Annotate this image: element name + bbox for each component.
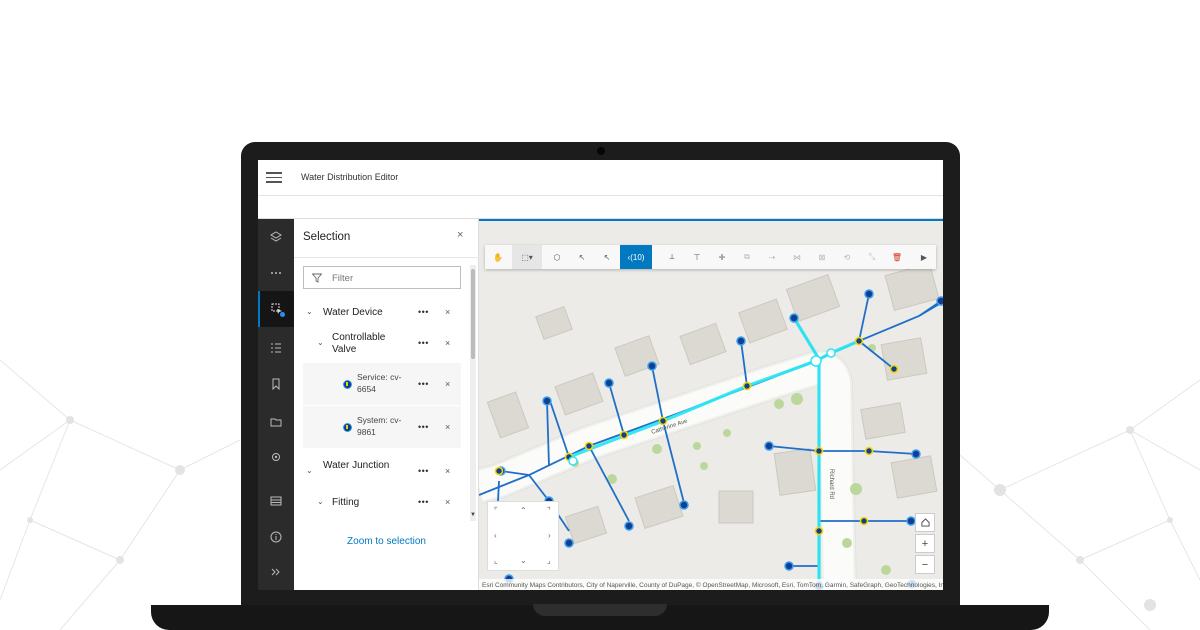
settings-icon[interactable]: [258, 439, 294, 475]
zoom-in-button[interactable]: +: [915, 534, 935, 553]
pan-icon[interactable]: ✋: [485, 245, 511, 269]
app-title: Water Distribution Editor: [301, 172, 399, 182]
rotate-icon[interactable]: ⟲: [835, 245, 859, 269]
app-screen: Water Distribution Editor Selection × Fi…: [258, 160, 943, 590]
filter-input[interactable]: [332, 270, 452, 286]
feature-label: System: cv-9861: [357, 415, 402, 437]
valve-symbol-icon: [343, 380, 352, 389]
selection-tree: ⌄ Water Device ••• × ⌄ Controllable Valv…: [303, 301, 461, 521]
valve-symbol-icon: [343, 423, 352, 432]
navigation-widget: ⌜ ⌃ ⌝ ‹ › ⌞ ⌄ ⌟: [487, 501, 559, 571]
more-actions-icon[interactable]: •••: [418, 422, 429, 432]
folder-icon[interactable]: [258, 404, 294, 440]
remove-icon[interactable]: ×: [445, 497, 450, 507]
more-actions-icon[interactable]: •••: [418, 379, 429, 389]
remove-icon[interactable]: ×: [445, 338, 450, 348]
laptop-notch: [533, 604, 667, 616]
move-icon[interactable]: ⇢: [760, 245, 784, 269]
feature-label: Service: cv-6654: [357, 372, 402, 394]
corner-sw-icon[interactable]: ⌞: [494, 556, 498, 565]
feature-item-system[interactable]: System: cv-9861 ••• ×: [303, 406, 461, 448]
chevron-down-icon[interactable]: ⌄: [306, 307, 313, 316]
scroll-down-icon[interactable]: ▼: [470, 512, 476, 518]
pan-left-icon[interactable]: ‹: [494, 531, 497, 540]
home-icon[interactable]: [915, 513, 935, 532]
remove-icon[interactable]: ×: [445, 307, 450, 317]
pan-down-icon[interactable]: ⌄: [520, 556, 527, 565]
pan-up-icon[interactable]: ⌃: [520, 506, 527, 515]
chevron-down-icon[interactable]: ⌄: [317, 497, 324, 506]
more-actions-icon[interactable]: •••: [418, 466, 429, 476]
street-label-richard-rd: Richard Rd: [828, 469, 834, 499]
reshape-icon[interactable]: ⊠: [810, 245, 834, 269]
more-actions-icon[interactable]: •••: [418, 338, 429, 348]
bookmark-icon[interactable]: [258, 366, 294, 402]
chevron-down-icon[interactable]: ⌄: [306, 466, 313, 475]
play-icon[interactable]: ▶: [912, 245, 936, 269]
expand-icon[interactable]: [258, 554, 294, 590]
header-strip: [258, 196, 943, 219]
add-to-selection-icon[interactable]: ↖: [570, 245, 594, 269]
hamburger-menu-icon[interactable]: [266, 169, 282, 187]
filter-icon: [312, 273, 322, 283]
tree-item-label: Water Junction: [323, 460, 390, 471]
corner-ne-icon[interactable]: ⌝: [547, 506, 551, 515]
tree-item-water-junction[interactable]: ⌄ Water Junction ••• ×: [303, 455, 461, 489]
delete-icon[interactable]: 🗑: [885, 245, 909, 269]
more-actions-icon[interactable]: •••: [418, 497, 429, 507]
map-attribution: Esri Community Maps Contributors, City o…: [479, 579, 943, 590]
tree-item-fitting[interactable]: ⌄ Fitting ••• ×: [303, 491, 461, 515]
action-bar: [258, 219, 294, 590]
legend-list-icon[interactable]: [258, 330, 294, 366]
selection-count-button[interactable]: ‹ (10): [620, 245, 652, 269]
tree-item-label: Controllable Valve: [332, 332, 386, 355]
more-icon[interactable]: [258, 255, 294, 291]
merge-icon[interactable]: ⋈: [785, 245, 809, 269]
scrollbar-thumb[interactable]: [471, 269, 475, 359]
zoom-to-selection-button[interactable]: Zoom to selection: [294, 536, 479, 547]
remove-icon[interactable]: ×: [445, 466, 450, 476]
active-indicator-dot: [280, 312, 285, 317]
corner-nw-icon[interactable]: ⌜: [494, 506, 498, 515]
selection-count: (10): [630, 252, 645, 262]
corner-se-icon[interactable]: ⌟: [547, 556, 551, 565]
panel-close-icon[interactable]: ×: [457, 229, 463, 241]
panel-title: Selection: [303, 231, 351, 243]
filter-tool-icon[interactable]: ⊤: [685, 245, 709, 269]
selection-tool-icon[interactable]: [258, 291, 294, 327]
filter-field[interactable]: [303, 266, 461, 289]
trace-icon[interactable]: ⟂: [660, 245, 684, 269]
select-by-geometry-icon[interactable]: ⬡: [545, 245, 569, 269]
tree-item-water-device[interactable]: ⌄ Water Device ••• ×: [303, 301, 461, 325]
zoom-out-button[interactable]: −: [915, 555, 935, 574]
tree-item-label: Fitting: [332, 497, 360, 508]
feature-item-service[interactable]: Service: cv-6654 ••• ×: [303, 363, 461, 405]
chevron-down-icon[interactable]: ⌄: [317, 338, 324, 347]
table-icon[interactable]: [258, 483, 294, 519]
layers-icon[interactable]: [258, 219, 294, 255]
info-icon[interactable]: [258, 519, 294, 555]
zoom-controls: + −: [915, 513, 935, 576]
panel-divider: [294, 257, 479, 258]
editing-toolbar: ✋ ⬚▾ ⬡ ↖ ↖ ‹ (10) ⟂ ⊤ ✛ ⧉ ⇢ ⋈ ⊠ ⟲ ⤡ 🗑 ▶: [485, 245, 936, 269]
pan-right-icon[interactable]: ›: [548, 531, 551, 540]
webcam: [597, 147, 605, 155]
select-dropdown-icon[interactable]: ⬚▾: [512, 245, 542, 269]
selection-panel: Selection × ⌄ Water Device ••• × ⌄ Contr…: [294, 219, 479, 590]
tree-item-controllable-valve[interactable]: ⌄ Controllable Valve ••• ×: [303, 326, 461, 362]
more-actions-icon[interactable]: •••: [418, 307, 429, 317]
remove-icon[interactable]: ×: [445, 379, 450, 389]
marketing-banner: Water Distribution Editor Selection × Fi…: [0, 0, 1200, 630]
map-view[interactable]: Catherine Ave Richard Rd ✋ ⬚▾ ⬡ ↖ ↖ ‹ (1…: [479, 219, 943, 590]
remove-from-selection-icon[interactable]: ↖: [595, 245, 619, 269]
remove-icon[interactable]: ×: [445, 422, 450, 432]
app-header: Water Distribution Editor: [258, 160, 943, 196]
scale-icon[interactable]: ⤡: [860, 245, 884, 269]
copy-icon[interactable]: ⧉: [735, 245, 759, 269]
split-icon[interactable]: ✛: [710, 245, 734, 269]
tree-item-label: Water Device: [323, 307, 383, 318]
